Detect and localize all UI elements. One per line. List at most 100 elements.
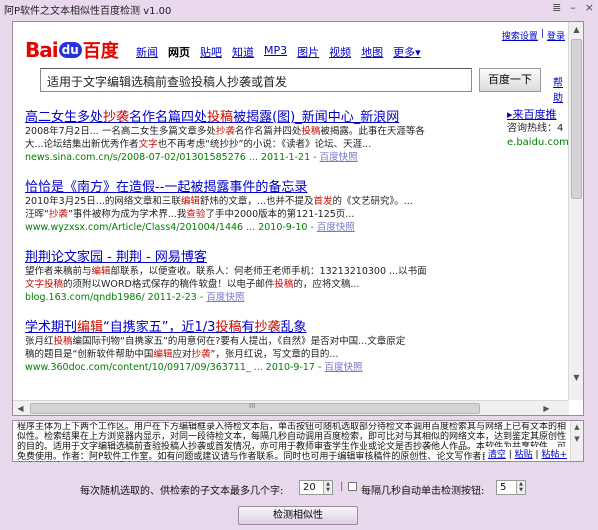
result-abstract-fragment: 汪晖“ bbox=[25, 209, 49, 220]
scroll-up-icon[interactable]: ▲ bbox=[569, 22, 583, 37]
result-url: blog.163.com/qndb1986/ 2011-2-23 bbox=[25, 292, 197, 303]
top-links-sep: | bbox=[540, 29, 544, 39]
result-abstract-line: 2008年7月2日... 一名高二女生多篇文章多处抄袭名作名篇并四处投稿被揭露。… bbox=[25, 125, 465, 138]
result-title-link[interactable]: 荆荆论文家园 - 荆荆 - 网易博客 bbox=[25, 246, 465, 265]
substring-length-label: 每次随机选取的、供检索的子文本最多几个字: bbox=[80, 486, 284, 497]
result-abstract-fragment: 首发 bbox=[313, 196, 333, 207]
result-title-fragment[interactable]: 学术期刊 bbox=[25, 320, 77, 335]
result-abstract-fragment: 张月红 bbox=[25, 336, 54, 347]
result-item: 荆荆论文家园 - 荆荆 - 网易博客 望作者来稿前与编辑部联系，以便查收。联系人：… bbox=[25, 246, 465, 304]
result-url-sep: - bbox=[310, 152, 320, 163]
result-abstract-fragment: 抄袭 bbox=[48, 209, 68, 220]
result-url-line: blog.163.com/qndb1986/ 2011-2-23 - 百度快照 bbox=[25, 291, 465, 304]
horizontal-scrollbar[interactable]: ◀ III ▶ bbox=[13, 400, 569, 415]
promo-title[interactable]: ▸来百度推 bbox=[507, 108, 569, 122]
minimize-icon[interactable]: – bbox=[570, 1, 576, 14]
nav-more[interactable]: 更多▾ bbox=[393, 44, 421, 60]
result-title-fragment[interactable]: “自携家五”，近1/3 bbox=[103, 320, 215, 335]
result-abstract-line: 张月红投稿编国际刊物“自携家五”的用意何在?要有人提出，《自然》是否对中国...… bbox=[25, 335, 465, 348]
logo-bai-text: Bai bbox=[25, 38, 59, 62]
result-url-line: news.sina.com.cn/s/2008-07-02/0130158527… bbox=[25, 151, 465, 164]
scroll-left-icon[interactable]: ◀ bbox=[13, 401, 28, 415]
result-title-fragment[interactable]: 乱象 bbox=[280, 320, 306, 335]
nav-map[interactable]: 地图 bbox=[361, 44, 383, 60]
baidu-nav: 新闻 网页 贴吧 知道 MP3 图片 视频 地图 更多▾ bbox=[136, 44, 421, 60]
result-title-link[interactable]: 高二女生多处抄袭名作名篇四处投稿被揭露(图)_新闻中心_新浪网 bbox=[25, 106, 465, 125]
result-abstract-fragment: 也不再考虑“统抄抄”的小说：《读者》论坛、天涯... bbox=[157, 139, 372, 150]
result-url-line: www.360doc.com/content/10/0917/09/363711… bbox=[25, 361, 465, 374]
result-abstract-fragment: 文字 bbox=[138, 139, 158, 150]
result-title-fragment[interactable]: 编辑 bbox=[77, 320, 103, 335]
auto-click-checkbox[interactable] bbox=[348, 482, 357, 491]
nav-news[interactable]: 新闻 bbox=[136, 44, 158, 60]
nav-web[interactable]: 网页 bbox=[168, 44, 190, 60]
search-input[interactable]: 适用于文字编辑选稿前查验投稿人抄袭或首发 bbox=[40, 68, 472, 92]
result-title-fragment[interactable]: 抄袭 bbox=[254, 320, 280, 335]
result-title-fragment[interactable]: 荆荆论文家园 - 荆荆 - 网易博客 bbox=[25, 250, 207, 265]
nav-video[interactable]: 视频 bbox=[329, 44, 351, 60]
result-title-link[interactable]: 恰恰是《南方》在造假--一起被揭露事件的备忘录 bbox=[25, 176, 465, 195]
result-abstract-line: 稿的题目是“创新软件帮助中国编辑应对抄袭”，张月红说，写文章的目的... bbox=[25, 348, 465, 361]
close-icon[interactable]: × bbox=[585, 1, 594, 14]
textarea-links: 清空 | 粘贴 | 粘帖+ bbox=[484, 447, 567, 460]
result-abstract-fragment: 名作名篇并四处 bbox=[234, 126, 302, 137]
cache-link[interactable]: 百度快照 bbox=[324, 362, 362, 373]
textarea-scroll-down-icon[interactable]: ▼ bbox=[571, 433, 583, 445]
result-title-fragment[interactable]: 有 bbox=[241, 320, 254, 335]
result-abstract-fragment: 投稿 bbox=[301, 126, 321, 137]
baidu-logo[interactable]: Bai du 百度 bbox=[25, 37, 119, 63]
clear-link[interactable]: 清空 bbox=[488, 450, 506, 460]
result-abstract-line: 2010年3月25日...的网络文章和三联编辑舒炜的文章，...也并不提及首发的… bbox=[25, 195, 465, 208]
nav-images[interactable]: 图片 bbox=[297, 44, 319, 60]
result-title-fragment[interactable]: 投稿 bbox=[215, 320, 241, 335]
detect-similarity-button[interactable]: 检测相似性 bbox=[238, 506, 358, 525]
nav-mp3[interactable]: MP3 bbox=[264, 44, 287, 60]
cache-link[interactable]: 百度快照 bbox=[206, 292, 244, 303]
window-controls: ≣ – × bbox=[552, 1, 594, 14]
result-title-fragment[interactable]: 恰恰是《南方》在造假--一起被揭露事件的备忘录 bbox=[25, 180, 307, 195]
result-url: news.sina.com.cn/s/2008-07-02/0130158527… bbox=[25, 152, 311, 163]
result-title-fragment[interactable]: 投稿 bbox=[207, 110, 233, 125]
result-title-fragment[interactable]: 高二女生多处 bbox=[25, 110, 103, 125]
nav-zhidao[interactable]: 知道 bbox=[232, 44, 254, 60]
search-settings-link[interactable]: 搜索设置 bbox=[502, 29, 538, 42]
substring-length-stepper[interactable]: 20 ▲ ▼ bbox=[299, 480, 333, 495]
cache-link[interactable]: 百度快照 bbox=[320, 152, 358, 163]
cache-link[interactable]: 百度快照 bbox=[317, 222, 355, 233]
result-abstract-fragment: 抄袭 bbox=[191, 349, 211, 360]
result-abstract-fragment: 查验 bbox=[186, 209, 206, 220]
help-link[interactable]: 帮助 bbox=[553, 74, 569, 104]
result-abstract-fragment: 投稿 bbox=[53, 336, 73, 347]
search-button[interactable]: 百度一下 bbox=[479, 68, 541, 92]
textarea-scrollbar[interactable]: ▲ ▼ bbox=[570, 421, 583, 461]
auto-seconds-value[interactable]: 5 bbox=[500, 482, 506, 493]
settings-bar: 每次随机选取的、供检索的子文本最多几个字: 20 ▲ ▼ | 每隔几秒自动单击检测… bbox=[0, 480, 598, 497]
result-abstract-fragment: ”，张月红说，写文章的目的... bbox=[210, 349, 339, 360]
seconds-stepper-arrows-icon[interactable]: ▲ ▼ bbox=[516, 481, 525, 494]
result-abstract-fragment: 投稿 bbox=[274, 279, 294, 290]
result-abstract-fragment: 抄袭 bbox=[215, 126, 235, 137]
substring-length-value[interactable]: 20 bbox=[303, 482, 316, 493]
stepper-arrows-icon[interactable]: ▲ ▼ bbox=[323, 481, 332, 494]
vertical-scrollbar[interactable]: ▲ ▼ bbox=[568, 22, 583, 400]
scroll-down-icon[interactable]: ▼ bbox=[569, 370, 583, 385]
result-title-link[interactable]: 学术期刊编辑“自携家五”，近1/3投稿有抄袭乱象 bbox=[25, 316, 465, 335]
paw-icon: du bbox=[58, 42, 82, 58]
vertical-scroll-thumb[interactable] bbox=[571, 39, 582, 199]
textarea-scroll-up-icon[interactable]: ▲ bbox=[571, 421, 583, 433]
menu-icon[interactable]: ≣ bbox=[552, 1, 561, 14]
login-link[interactable]: 登录 bbox=[547, 29, 565, 42]
auto-seconds-stepper[interactable]: 5 ▲ ▼ bbox=[496, 480, 526, 495]
text-input-area[interactable]: 程序主体为上下两个工作区。用户在下方编辑框录入待检文本后，单击按钮可随机选取部分… bbox=[12, 420, 584, 462]
result-title-fragment[interactable]: 名作名篇四处 bbox=[129, 110, 207, 125]
result-title-fragment[interactable]: 抄袭 bbox=[103, 110, 129, 125]
paste-append-link[interactable]: 粘帖+ bbox=[541, 450, 567, 460]
scroll-right-icon[interactable]: ▶ bbox=[539, 401, 554, 415]
result-abstract-fragment: 编辑 bbox=[153, 349, 173, 360]
paste-link[interactable]: 粘贴 bbox=[515, 450, 533, 460]
result-title-fragment[interactable]: 被揭露(图)_新闻中心_新浪网 bbox=[233, 110, 399, 125]
result-abstract-fragment: 编辑 bbox=[180, 196, 200, 207]
result-abstract-fragment: 部联系，以便查收。联系人：何老师王老师手机：13213210300 ...以书面 bbox=[110, 266, 427, 277]
nav-tieba[interactable]: 贴吧 bbox=[200, 44, 222, 60]
result-abstract-fragment: 编辑 bbox=[91, 266, 111, 277]
